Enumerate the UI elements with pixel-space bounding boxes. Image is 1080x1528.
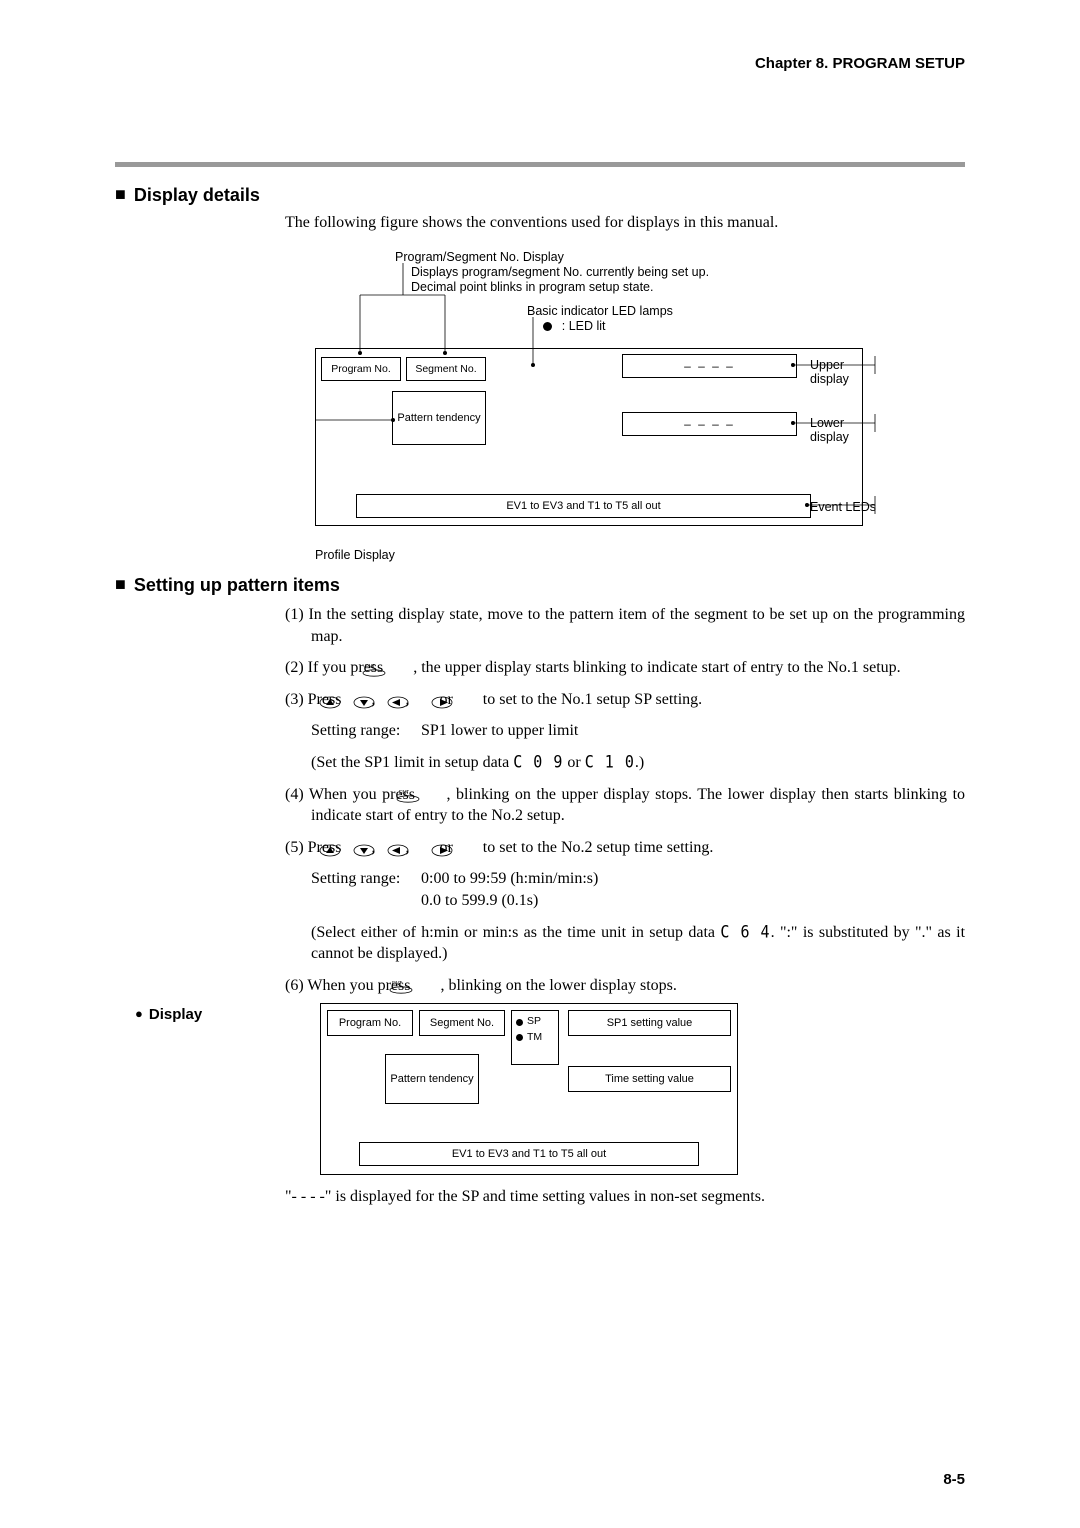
fig1-pattern-box: Pattern tendency <box>392 391 486 445</box>
fig1-lower-display: – – – – <box>622 412 797 436</box>
right-key-icon <box>457 842 479 855</box>
instr-3-range: Setting range:SP1 lower to upper limit <box>311 720 965 742</box>
section-title: Display details <box>134 185 260 206</box>
instr-1: (1) In the setting display state, move t… <box>285 604 965 647</box>
section-title-2: Setting up pattern items <box>134 575 340 596</box>
svg-text:ENT: ENT <box>399 790 409 796</box>
fig1-top-line2: Decimal point blinks in program setup st… <box>411 280 653 294</box>
display-label: Display <box>149 1006 202 1023</box>
instr-5: (5) Press , , or to set to the No.2 setu… <box>285 837 965 859</box>
square-bullet-icon: ■ <box>115 575 126 593</box>
ent-key-icon: ENT <box>421 788 447 802</box>
fig1-top-title: Program/Segment No. Display <box>395 250 564 264</box>
instr-4: (4) When you press ENT, blinking on the … <box>285 784 965 827</box>
fig2-sp: SP <box>527 1015 541 1029</box>
fig2-sp1-value: SP1 setting value <box>568 1010 731 1036</box>
fig1-panel: Program No. Segment No. – – – – – – – – … <box>315 348 863 526</box>
svg-text:ENT: ENT <box>392 981 402 987</box>
figure-display-values: Program No. Segment No. SP TM SP1 settin… <box>320 1003 740 1178</box>
fig1-top-line1: Displays program/segment No. currently b… <box>411 265 709 279</box>
fig1-profile-label: Profile Display <box>315 548 395 562</box>
fig2-segment-no: Segment No. <box>419 1010 505 1036</box>
fig2-time-value: Time setting value <box>568 1066 731 1092</box>
right-key-icon <box>457 694 479 707</box>
instr-5-range: Setting range:0:00 to 99:59 (h:min/min:s… <box>311 868 965 911</box>
intro-text: The following figure shows the conventio… <box>285 214 965 232</box>
seg-c09: C 0 9 <box>513 751 563 773</box>
section-display-details: ■ Display details <box>115 185 965 206</box>
fig2-tm: TM <box>527 1031 542 1045</box>
fig1-basic-label: Basic indicator LED lamps <box>527 304 673 318</box>
page: Chapter 8. PROGRAM SETUP ■ Display detai… <box>0 0 1080 1528</box>
led-dot-icon <box>516 1034 523 1041</box>
fig1-segment-no: Segment No. <box>406 357 486 381</box>
fig2-event-row: EV1 to EV3 and T1 to T5 all out <box>359 1142 699 1166</box>
page-number: 8-5 <box>943 1471 965 1488</box>
fig1-event-label: Event LEDs <box>810 500 876 514</box>
instr-3-note: (Set the SP1 limit in setup data C 0 9 o… <box>311 752 965 774</box>
seg-c10: C 1 0 <box>585 751 635 773</box>
figure-display-conventions: Program/Segment No. Display Displays pro… <box>315 250 885 560</box>
instr-3: (3) Press , , or to set to the No.1 setu… <box>285 689 965 711</box>
led-dot-icon <box>516 1019 523 1026</box>
fig1-lower-label: Lower display <box>810 416 885 444</box>
fig1-program-no: Program No. <box>321 357 401 381</box>
fig1-upper-label: Upper display <box>810 358 885 386</box>
fig1-led-dot: : LED lit <box>543 318 606 335</box>
fig2-panel: Program No. Segment No. SP TM SP1 settin… <box>320 1003 738 1175</box>
ent-key-icon: ENT <box>387 662 413 676</box>
section-setting-pattern: ■ Setting up pattern items <box>115 575 965 596</box>
square-bullet-icon: ■ <box>115 185 126 203</box>
seg-c64: C 6 4 <box>720 921 770 943</box>
fig2-sp-tm-box: SP TM <box>511 1010 559 1065</box>
fig1-event-box: EV1 to EV3 and T1 to T5 all out <box>356 494 811 518</box>
instr-5-note: (Select either of h:min or min:s as the … <box>311 922 965 965</box>
svg-text:ENT: ENT <box>365 664 375 670</box>
fig2-pattern-box: Pattern tendency <box>385 1054 479 1104</box>
chapter-header: Chapter 8. PROGRAM SETUP <box>115 55 965 72</box>
section-rule <box>115 162 965 167</box>
fig2-program-no: Program No. <box>327 1010 413 1036</box>
fig2-caption: "- - - -" is displayed for the SP and ti… <box>285 1188 965 1206</box>
bullet-dot-icon: ● <box>135 1006 143 1022</box>
ent-key-icon: ENT <box>414 979 440 993</box>
fig1-led-lit: : LED lit <box>562 319 606 333</box>
fig1-upper-display: – – – – <box>622 354 797 378</box>
instructions: (1) In the setting display state, move t… <box>285 604 965 996</box>
instr-6: (6) When you press ENT, blinking on the … <box>285 975 965 997</box>
instr-2: (2) If you press ENT, the upper display … <box>285 657 965 679</box>
